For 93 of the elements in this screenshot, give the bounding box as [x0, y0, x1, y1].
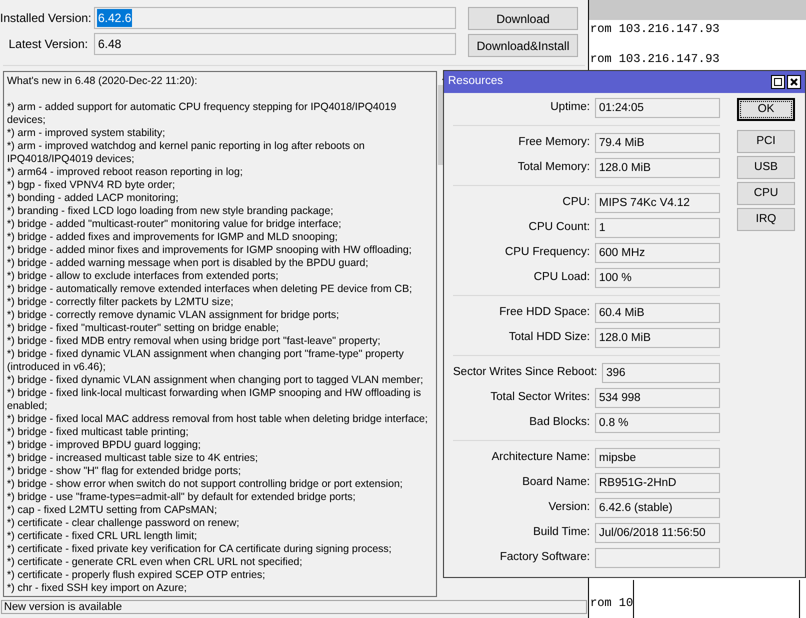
terminal-line: rom 10: [589, 580, 634, 618]
field-label: Architecture Name:: [490, 450, 590, 466]
changelog-line: *) bridge - fixed MDB entry removal when using bridge port "fast-leave" property;: [7, 335, 382, 348]
changelog-line: enabled;: [7, 400, 48, 413]
value-field: 0.8 %: [595, 413, 720, 433]
field-label: Board Name:: [521, 475, 590, 490]
version-field[interactable]: 6.42.6: [94, 7, 456, 29]
changelog-line: *) bridge - show "H" flag for extended bridge ports;: [7, 465, 242, 478]
changelog-line: *) certificate - properly flush expired SCEP OTP entries;: [7, 569, 266, 582]
changelog-line: *) bridge - show error when switch do not support controlling bridge or port extension;: [7, 478, 404, 491]
maximize-icon[interactable]: [771, 75, 785, 89]
field-label: CPU Count:: [528, 220, 590, 236]
field-label: Total Memory:: [516, 160, 590, 176]
changelog-line: *) bridge - fixed "multicast-router" setting on bridge enable;: [7, 322, 280, 335]
value-field: 60.4 MiB: [595, 303, 720, 323]
dialog-button[interactable]: IRQ: [737, 208, 795, 231]
field-label: Uptime:: [549, 100, 590, 116]
changelog-line: *) bridge - fixed dynamic VLAN assignment when changing port "frame-type" property: [7, 348, 405, 361]
changelog-line: *) chr - fixed SSH key import on Azure;: [7, 582, 188, 595]
changelog-line: *) bridge - added minor fixes and improvements for IGMP snooping with HW offloading;: [7, 244, 413, 257]
changelog-line: (introduced in v6.46);: [7, 361, 107, 374]
dialog-button[interactable]: CPU: [737, 182, 795, 205]
value-field: 600 MHz: [595, 243, 720, 263]
field-label: Total HDD Size:: [508, 330, 590, 346]
changelog-line: IPQ4018/IPQ4019 devices;: [7, 153, 136, 166]
terminal-line: rom 103.216.147.93: [589, 51, 721, 68]
changelog-line: *) bridge - fixed multicast table printing;: [7, 426, 190, 439]
changelog-header: What's new in 6.48 (2020-Dec-22 11:20):: [7, 75, 198, 88]
changelog-line: *) certificate - clear challenge password on renew;: [7, 517, 240, 530]
dialog-button[interactable]: USB: [737, 156, 795, 179]
window-title: Resources: [448, 74, 504, 90]
changelog-line: *) arm - improved system stability;: [7, 127, 166, 140]
field-label: CPU Load:: [532, 270, 590, 286]
value-field: mipsbe: [595, 448, 720, 468]
version-field[interactable]: 6.48: [94, 33, 456, 55]
terminal-line: rom 103.216.147.93: [589, 21, 721, 38]
changelog-line: *) certificate - generate CRL even when CRL URL not specified;: [7, 556, 304, 569]
field-value: 6.42.6: [97, 9, 132, 27]
changelog-line: *) bridge - correctly remove dynamic VLAN assignment for bridge ports;: [7, 309, 340, 322]
field-label: CPU Frequency:: [504, 245, 590, 260]
field-label: Factory Software:: [498, 550, 590, 566]
changelog-line: *) bgp - fixed VPNV4 RD byte order;: [7, 179, 176, 192]
download-button[interactable]: Download&Install: [468, 34, 578, 57]
value-field: Jul/06/2018 11:56:50: [595, 523, 720, 543]
changelog-line: *) certificate - fixed private key verification for CA certificate during signing process;: [7, 543, 393, 556]
status-bar: New version is available: [1, 600, 587, 614]
changelog-line: *) bridge - correctly filter packets by L2MTU size;: [7, 296, 234, 309]
value-field: 01:24:05: [595, 98, 720, 118]
dialog-button[interactable]: OK: [737, 98, 795, 121]
field-label: Sector Writes Since Reboot:: [453, 365, 598, 380]
value-field: 79.4 MiB: [595, 133, 720, 153]
changelog-line: *) bridge - increased multicast table size to 4K entries;: [7, 452, 259, 465]
value-field: MIPS 74Kc V4.12: [595, 193, 720, 213]
changelog-line: *) bridge - automatically remove extended interfaces when deleting PE device from CB;: [7, 283, 414, 296]
changelog-line: *) bridge - improved BPDU guard logging;: [7, 439, 202, 452]
changelog-line: *) bridge - allow to exclude interfaces from extended ports;: [7, 270, 280, 283]
changelog-line: *) arm - added support for automatic CPU frequency stepping for IPQ4018/IPQ4019: [7, 101, 398, 114]
changelog-line: *) bridge - fixed link-local multicast forwarding when IGMP snooping and HW offloading is: [7, 387, 422, 400]
close-icon[interactable]: [787, 75, 801, 89]
value-field: RB951G-2HnD: [595, 473, 720, 493]
field-label: CPU:: [562, 195, 590, 210]
value-field: 100 %: [595, 268, 720, 288]
field-label: Installed Version:: [0, 10, 88, 27]
value-field: 128.0 MiB: [595, 328, 720, 348]
field-label: Version:: [547, 500, 590, 516]
field-label: Total Sector Writes:: [490, 390, 590, 406]
value-field: 6.42.6 (stable): [595, 498, 720, 518]
field-label: Bad Blocks:: [528, 415, 590, 430]
value-field: 396: [602, 363, 720, 383]
field-label: Build Time:: [532, 525, 590, 540]
value-field: 128.0 MiB: [595, 158, 720, 178]
changelog-line: *) arm64 - improved reboot reason reporting in log;: [7, 166, 244, 179]
download-button[interactable]: Download: [468, 7, 578, 30]
changelog-line: *) bridge - added "multicast-router" monitoring value for bridge interface;: [7, 218, 342, 231]
changelog-line: *) certificate - fixed CRL URL length limit;: [7, 530, 198, 543]
field-label: Latest Version:: [8, 36, 88, 53]
changelog-textbox[interactable]: [3, 71, 437, 597]
changelog-line: *) branding - fixed LCD logo loading from new style branding package;: [7, 205, 334, 218]
changelog-line: devices;: [7, 114, 47, 127]
value-field: 534 998: [595, 388, 720, 408]
changelog-line: *) bridge - added fixes and improvements for IGMP and MLD snooping;: [7, 231, 339, 244]
changelog-line: *) bridge - use "frame-types=admit-all" by default for extended bridge ports;: [7, 491, 357, 504]
field-label: Free Memory:: [517, 135, 590, 150]
changelog-line: *) cap - fixed L2MTU setting from CAPsMAN;: [7, 504, 218, 517]
changelog-line: *) bridge - added warning message when port is disabled by the BPDU guard;: [7, 257, 370, 270]
changelog-line: *) bridge - fixed local MAC address removal from host table when deleting bridge interface;: [7, 413, 429, 426]
dialog-button[interactable]: PCI: [737, 130, 795, 153]
changelog-line: *) bonding - added LACP monitoring;: [7, 192, 180, 205]
value-field: 1: [595, 218, 720, 238]
field-value: 6.48: [97, 36, 122, 53]
changelog-line: *) arm - improved watchdog and kernel panic reporting in log after reboots on: [7, 140, 366, 153]
field-label: Free HDD Space:: [498, 305, 590, 320]
changelog-line: *) bridge - fixed dynamic VLAN assignment when changing port to tagged VLAN member;: [7, 374, 424, 387]
